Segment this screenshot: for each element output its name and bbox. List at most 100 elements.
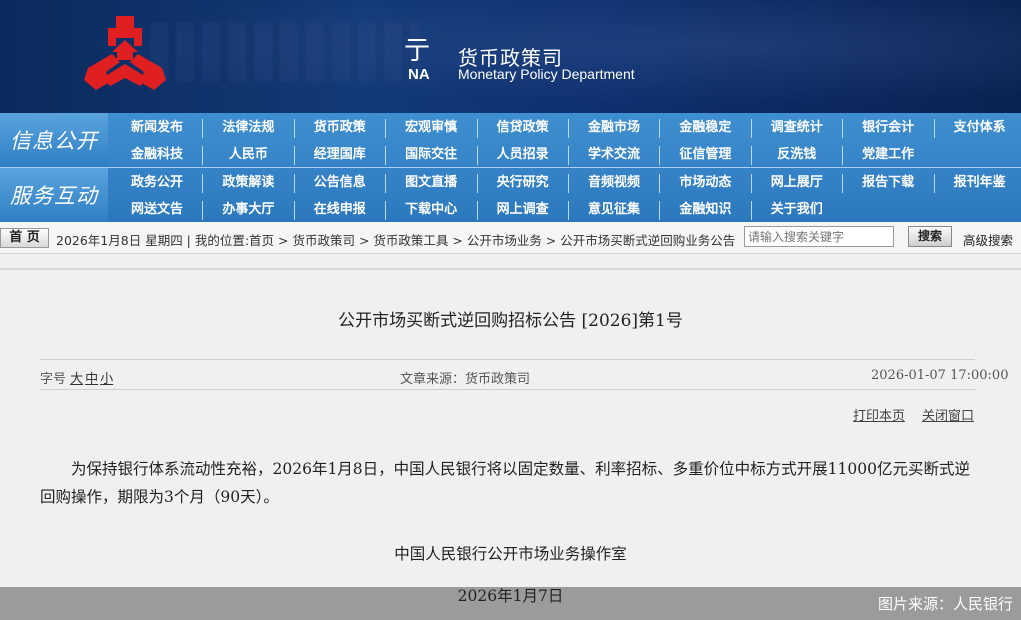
article-signature: 中国人民银行公开市场业务操作室: [394, 545, 627, 563]
nav-divider: [385, 119, 387, 138]
nav-link[interactable]: 货币政策: [298, 116, 382, 140]
nav-link[interactable]: 金融知识: [663, 198, 747, 222]
nav-link[interactable]: 政策解读: [206, 171, 290, 195]
nav-divider: [476, 201, 478, 220]
breadcrumb-bar: 首 页 2026年1月8日 星期四 | 我的位置:首页 > 货币政策司 > 货币…: [0, 222, 1021, 254]
search-button[interactable]: 搜索: [908, 226, 952, 247]
breadcrumb: 2026年1月8日 星期四 | 我的位置:首页 > 货币政策司 > 货币政策工具…: [56, 233, 736, 248]
nav-link[interactable]: 央行研究: [481, 171, 565, 195]
nav-link[interactable]: 银行会计: [846, 116, 930, 140]
nav-divider: [385, 146, 387, 165]
nav-divider: [202, 119, 204, 138]
article-date: 2026年1月7日: [457, 587, 564, 605]
nav-link[interactable]: 关于我们: [755, 198, 839, 222]
nav-divider: [202, 201, 204, 220]
nav-divider: [568, 201, 569, 220]
nav-group-title: 信息公开: [0, 113, 108, 167]
nav-link[interactable]: 报告下载: [846, 171, 930, 195]
nav-link[interactable]: 调查统计: [755, 116, 839, 140]
divider: [0, 268, 1021, 270]
nav-link[interactable]: 国际交往: [389, 143, 473, 167]
article-datetime: 2026-01-07 17:00:00: [871, 368, 1009, 383]
nav-link[interactable]: 人员招录: [481, 143, 565, 167]
nav-link[interactable]: 征信管理: [663, 143, 747, 167]
nav-link[interactable]: 金融市场: [572, 116, 656, 140]
font-size-controls: 字号 大中小: [40, 368, 115, 387]
main-nav: 信息公开 新闻发布 法律法规 货币政策 宏观审慎 信贷政策 金融市场 金融稳定 调查统计 银行会…: [0, 113, 1021, 222]
nav-divider: [385, 174, 387, 193]
divider: [40, 359, 975, 360]
nav-divider: [202, 174, 204, 193]
nav-divider: [293, 146, 295, 165]
nav-divider: [202, 146, 204, 165]
nav-link[interactable]: 金融科技: [115, 143, 199, 167]
font-size-large-link[interactable]: 大: [70, 372, 83, 387]
nav-link[interactable]: 学术交流: [572, 143, 656, 167]
nav-link[interactable]: 信贷政策: [481, 116, 565, 140]
nav-link[interactable]: 在线申报: [298, 198, 382, 222]
nav-link[interactable]: 人民币: [206, 143, 290, 167]
nav-link[interactable]: 金融稳定: [663, 116, 747, 140]
nav-link[interactable]: 报刊年鉴: [938, 171, 1021, 195]
nav-link[interactable]: 网送文告: [115, 198, 199, 222]
nav-link[interactable]: 党建工作: [846, 143, 930, 167]
nav-link[interactable]: 宏观审慎: [389, 116, 473, 140]
title-partial-char: 亍: [404, 36, 431, 66]
nav-link[interactable]: 网上展厅: [755, 171, 839, 195]
nav-link[interactable]: 下载中心: [389, 198, 473, 222]
print-link[interactable]: 打印本页: [853, 405, 905, 424]
nav-link[interactable]: 网上调查: [481, 198, 565, 222]
divider: [40, 389, 975, 390]
pboc-logo-icon: [84, 16, 166, 90]
search-input[interactable]: [744, 226, 894, 247]
nav-link[interactable]: 经理国库: [298, 143, 382, 167]
title-partial-en: NA: [408, 66, 430, 83]
advanced-search-link[interactable]: 高级搜索: [963, 230, 1013, 249]
nav-divider: [842, 174, 844, 193]
nav-divider: [476, 174, 478, 193]
nav-link[interactable]: 意见征集: [572, 198, 656, 222]
nav-link[interactable]: 音频视频: [572, 171, 656, 195]
nav-divider: [293, 174, 295, 193]
nav-link[interactable]: 新闻发布: [115, 116, 199, 140]
article-body: 为保持银行体系流动性充裕，2026年1月8日，中国人民银行将以固定数量、利率招标…: [40, 460, 970, 506]
nav-link[interactable]: 法律法规: [206, 116, 290, 140]
nav-divider: [750, 201, 752, 220]
header-banner: 亍 NA 货币政策司 Monetary Policy Department: [0, 0, 1021, 113]
article-source: 文章来源：货币政策司: [400, 372, 531, 387]
nav-link[interactable]: 反洗钱: [755, 143, 839, 167]
nav-divider: [659, 146, 661, 165]
nav-divider: [293, 119, 295, 138]
nav-divider: [659, 174, 661, 193]
nav-divider: [293, 201, 295, 220]
font-size-medium-link[interactable]: 中: [85, 372, 98, 387]
font-size-label: 字号: [40, 372, 67, 387]
nav-link[interactable]: 办事大厅: [206, 198, 290, 222]
home-button[interactable]: 首 页: [0, 228, 49, 248]
close-window-link[interactable]: 关闭窗口: [922, 405, 974, 424]
nav-divider: [476, 146, 478, 165]
nav-divider: [568, 146, 569, 165]
nav-divider: [842, 119, 844, 138]
nav-link[interactable]: 图文直播: [389, 171, 473, 195]
nav-divider: [476, 119, 478, 138]
nav-divider: [385, 201, 387, 220]
nav-link[interactable]: 公告信息: [298, 171, 382, 195]
nav-link[interactable]: 支付体系: [938, 116, 1021, 140]
nav-group-info: 信息公开 新闻发布 法律法规 货币政策 宏观审慎 信贷政策 金融市场 金融稳定 调查统计 银行会…: [0, 113, 1021, 167]
page-title: 公开市场买断式逆回购招标公告 [2026]第1号: [338, 311, 683, 331]
image-credit: 图片来源：人民银行: [877, 595, 1013, 613]
font-size-small-link[interactable]: 小: [100, 372, 113, 387]
nav-divider: [750, 146, 752, 165]
department-name-en: Monetary Policy Department: [458, 66, 635, 82]
nav-group-service: 服务互动 政务公开 政策解读 公告信息 图文直播 央行研究 音频视频 市场动态 网上展厅 报告下…: [0, 168, 1021, 222]
nav-divider: [659, 201, 661, 220]
nav-link[interactable]: 政务公开: [115, 171, 199, 195]
nav-divider: [750, 119, 752, 138]
nav-link[interactable]: 市场动态: [663, 171, 747, 195]
nav-divider: [568, 174, 569, 193]
nav-divider: [568, 119, 569, 138]
nav-divider: [842, 146, 844, 165]
nav-divider: [933, 119, 935, 138]
nav-divider: [750, 174, 752, 193]
